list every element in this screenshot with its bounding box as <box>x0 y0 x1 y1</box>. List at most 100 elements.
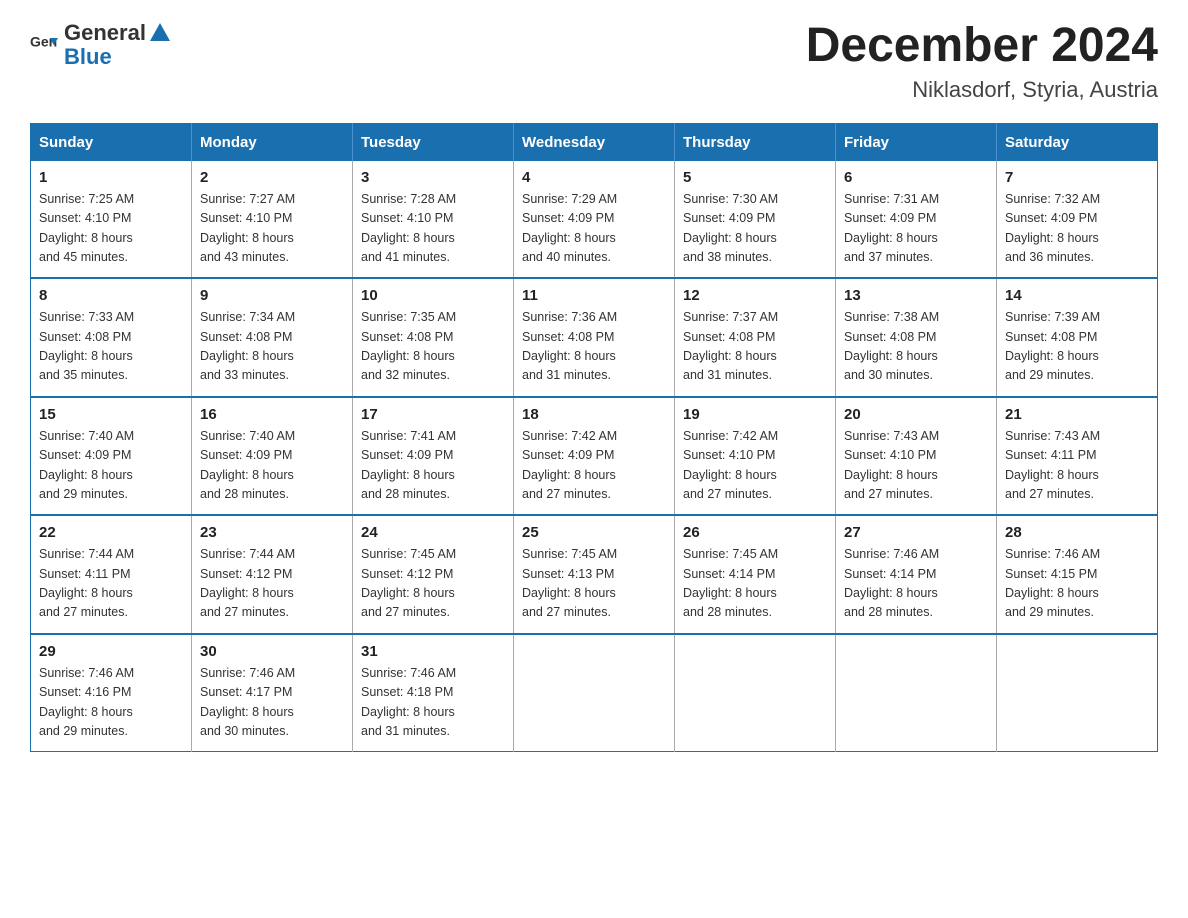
calendar-week-row: 1 Sunrise: 7:25 AM Sunset: 4:10 PM Dayli… <box>31 161 1158 279</box>
calendar-cell: 21 Sunrise: 7:43 AM Sunset: 4:11 PM Dayl… <box>997 397 1158 516</box>
day-info: Sunrise: 7:42 AM Sunset: 4:10 PM Dayligh… <box>683 427 827 505</box>
weekday-header-sunday: Sunday <box>31 123 192 161</box>
day-info: Sunrise: 7:45 AM Sunset: 4:13 PM Dayligh… <box>522 545 666 623</box>
calendar-cell: 20 Sunrise: 7:43 AM Sunset: 4:10 PM Dayl… <box>836 397 997 516</box>
calendar-cell: 2 Sunrise: 7:27 AM Sunset: 4:10 PM Dayli… <box>192 161 353 279</box>
day-number: 9 <box>200 287 344 304</box>
calendar-cell <box>836 634 997 752</box>
day-info: Sunrise: 7:40 AM Sunset: 4:09 PM Dayligh… <box>200 427 344 505</box>
day-info: Sunrise: 7:38 AM Sunset: 4:08 PM Dayligh… <box>844 308 988 386</box>
logo-blue-triangle <box>150 23 170 41</box>
day-info: Sunrise: 7:44 AM Sunset: 4:12 PM Dayligh… <box>200 545 344 623</box>
logo: Gen General Blue <box>30 20 170 70</box>
calendar-cell: 17 Sunrise: 7:41 AM Sunset: 4:09 PM Dayl… <box>353 397 514 516</box>
day-number: 22 <box>39 524 183 541</box>
day-number: 16 <box>200 406 344 423</box>
weekday-header-monday: Monday <box>192 123 353 161</box>
calendar-cell: 27 Sunrise: 7:46 AM Sunset: 4:14 PM Dayl… <box>836 515 997 634</box>
calendar-cell: 18 Sunrise: 7:42 AM Sunset: 4:09 PM Dayl… <box>514 397 675 516</box>
day-number: 26 <box>683 524 827 541</box>
day-number: 30 <box>200 643 344 660</box>
day-number: 23 <box>200 524 344 541</box>
day-number: 6 <box>844 169 988 186</box>
day-info: Sunrise: 7:35 AM Sunset: 4:08 PM Dayligh… <box>361 308 505 386</box>
calendar-cell: 15 Sunrise: 7:40 AM Sunset: 4:09 PM Dayl… <box>31 397 192 516</box>
day-info: Sunrise: 7:41 AM Sunset: 4:09 PM Dayligh… <box>361 427 505 505</box>
calendar-week-row: 22 Sunrise: 7:44 AM Sunset: 4:11 PM Dayl… <box>31 515 1158 634</box>
day-number: 13 <box>844 287 988 304</box>
weekday-header-wednesday: Wednesday <box>514 123 675 161</box>
day-number: 24 <box>361 524 505 541</box>
calendar-cell: 29 Sunrise: 7:46 AM Sunset: 4:16 PM Dayl… <box>31 634 192 752</box>
day-number: 12 <box>683 287 827 304</box>
calendar-cell <box>675 634 836 752</box>
weekday-header-row: SundayMondayTuesdayWednesdayThursdayFrid… <box>31 123 1158 161</box>
day-number: 8 <box>39 287 183 304</box>
day-number: 28 <box>1005 524 1149 541</box>
day-info: Sunrise: 7:45 AM Sunset: 4:14 PM Dayligh… <box>683 545 827 623</box>
day-number: 18 <box>522 406 666 423</box>
day-number: 5 <box>683 169 827 186</box>
calendar-cell: 11 Sunrise: 7:36 AM Sunset: 4:08 PM Dayl… <box>514 278 675 397</box>
day-info: Sunrise: 7:46 AM Sunset: 4:15 PM Dayligh… <box>1005 545 1149 623</box>
day-info: Sunrise: 7:46 AM Sunset: 4:17 PM Dayligh… <box>200 664 344 742</box>
day-info: Sunrise: 7:45 AM Sunset: 4:12 PM Dayligh… <box>361 545 505 623</box>
weekday-header-tuesday: Tuesday <box>353 123 514 161</box>
day-number: 14 <box>1005 287 1149 304</box>
day-number: 29 <box>39 643 183 660</box>
day-info: Sunrise: 7:40 AM Sunset: 4:09 PM Dayligh… <box>39 427 183 505</box>
day-number: 21 <box>1005 406 1149 423</box>
day-info: Sunrise: 7:46 AM Sunset: 4:16 PM Dayligh… <box>39 664 183 742</box>
day-number: 7 <box>1005 169 1149 186</box>
day-info: Sunrise: 7:30 AM Sunset: 4:09 PM Dayligh… <box>683 190 827 268</box>
day-info: Sunrise: 7:27 AM Sunset: 4:10 PM Dayligh… <box>200 190 344 268</box>
logo-icon: Gen <box>30 31 58 59</box>
day-info: Sunrise: 7:44 AM Sunset: 4:11 PM Dayligh… <box>39 545 183 623</box>
calendar-cell: 5 Sunrise: 7:30 AM Sunset: 4:09 PM Dayli… <box>675 161 836 279</box>
calendar-cell: 26 Sunrise: 7:45 AM Sunset: 4:14 PM Dayl… <box>675 515 836 634</box>
day-info: Sunrise: 7:28 AM Sunset: 4:10 PM Dayligh… <box>361 190 505 268</box>
calendar-cell: 16 Sunrise: 7:40 AM Sunset: 4:09 PM Dayl… <box>192 397 353 516</box>
month-year-title: December 2024 <box>806 20 1158 73</box>
calendar-cell: 14 Sunrise: 7:39 AM Sunset: 4:08 PM Dayl… <box>997 278 1158 397</box>
day-info: Sunrise: 7:46 AM Sunset: 4:18 PM Dayligh… <box>361 664 505 742</box>
weekday-header-friday: Friday <box>836 123 997 161</box>
logo-blue-text: Blue <box>64 44 170 70</box>
day-number: 10 <box>361 287 505 304</box>
calendar-cell: 12 Sunrise: 7:37 AM Sunset: 4:08 PM Dayl… <box>675 278 836 397</box>
day-info: Sunrise: 7:32 AM Sunset: 4:09 PM Dayligh… <box>1005 190 1149 268</box>
day-info: Sunrise: 7:37 AM Sunset: 4:08 PM Dayligh… <box>683 308 827 386</box>
calendar-cell: 19 Sunrise: 7:42 AM Sunset: 4:10 PM Dayl… <box>675 397 836 516</box>
location-subtitle: Niklasdorf, Styria, Austria <box>806 77 1158 103</box>
calendar-cell: 9 Sunrise: 7:34 AM Sunset: 4:08 PM Dayli… <box>192 278 353 397</box>
calendar-cell: 1 Sunrise: 7:25 AM Sunset: 4:10 PM Dayli… <box>31 161 192 279</box>
day-number: 17 <box>361 406 505 423</box>
calendar-week-row: 15 Sunrise: 7:40 AM Sunset: 4:09 PM Dayl… <box>31 397 1158 516</box>
calendar-cell: 30 Sunrise: 7:46 AM Sunset: 4:17 PM Dayl… <box>192 634 353 752</box>
logo-general-text: General <box>64 20 146 46</box>
day-number: 25 <box>522 524 666 541</box>
day-info: Sunrise: 7:43 AM Sunset: 4:10 PM Dayligh… <box>844 427 988 505</box>
title-section: December 2024 Niklasdorf, Styria, Austri… <box>806 20 1158 103</box>
calendar-cell: 13 Sunrise: 7:38 AM Sunset: 4:08 PM Dayl… <box>836 278 997 397</box>
calendar-cell: 3 Sunrise: 7:28 AM Sunset: 4:10 PM Dayli… <box>353 161 514 279</box>
day-info: Sunrise: 7:39 AM Sunset: 4:08 PM Dayligh… <box>1005 308 1149 386</box>
day-number: 19 <box>683 406 827 423</box>
day-info: Sunrise: 7:25 AM Sunset: 4:10 PM Dayligh… <box>39 190 183 268</box>
calendar-cell: 7 Sunrise: 7:32 AM Sunset: 4:09 PM Dayli… <box>997 161 1158 279</box>
calendar-week-row: 8 Sunrise: 7:33 AM Sunset: 4:08 PM Dayli… <box>31 278 1158 397</box>
day-number: 11 <box>522 287 666 304</box>
day-number: 15 <box>39 406 183 423</box>
calendar-cell: 4 Sunrise: 7:29 AM Sunset: 4:09 PM Dayli… <box>514 161 675 279</box>
day-number: 2 <box>200 169 344 186</box>
calendar-week-row: 29 Sunrise: 7:46 AM Sunset: 4:16 PM Dayl… <box>31 634 1158 752</box>
calendar-cell: 22 Sunrise: 7:44 AM Sunset: 4:11 PM Dayl… <box>31 515 192 634</box>
weekday-header-saturday: Saturday <box>997 123 1158 161</box>
day-info: Sunrise: 7:29 AM Sunset: 4:09 PM Dayligh… <box>522 190 666 268</box>
calendar-cell: 24 Sunrise: 7:45 AM Sunset: 4:12 PM Dayl… <box>353 515 514 634</box>
day-info: Sunrise: 7:42 AM Sunset: 4:09 PM Dayligh… <box>522 427 666 505</box>
day-info: Sunrise: 7:34 AM Sunset: 4:08 PM Dayligh… <box>200 308 344 386</box>
calendar-cell: 6 Sunrise: 7:31 AM Sunset: 4:09 PM Dayli… <box>836 161 997 279</box>
day-number: 31 <box>361 643 505 660</box>
calendar-table: SundayMondayTuesdayWednesdayThursdayFrid… <box>30 123 1158 753</box>
